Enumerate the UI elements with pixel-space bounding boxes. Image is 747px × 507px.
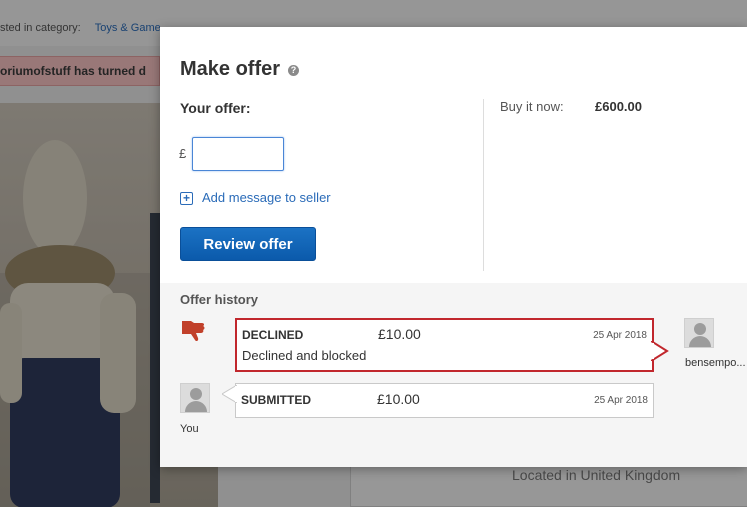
buy-it-now-label: Buy it now: xyxy=(500,99,564,114)
entry-date: 25 Apr 2018 xyxy=(594,395,648,406)
column-divider xyxy=(483,99,484,271)
dialog-title: Make offer xyxy=(180,58,281,80)
buy-it-now-price: £600.00 xyxy=(595,99,642,114)
review-offer-button[interactable]: Review offer xyxy=(180,227,316,261)
currency-symbol: £ xyxy=(179,146,187,161)
entry-note: Declined and blocked xyxy=(242,348,367,363)
buyer-avatar xyxy=(180,383,210,413)
entry-status: SUBMITTED xyxy=(241,393,311,407)
history-entry-submitted: SUBMITTED £10.00 25 Apr 2018 xyxy=(235,383,654,418)
plus-icon: + xyxy=(180,192,193,205)
offer-history-panel xyxy=(160,283,747,467)
entry-amount: £10.00 xyxy=(378,326,421,342)
seller-avatar xyxy=(684,318,714,348)
speech-tail-left xyxy=(222,385,237,403)
add-message-label: Add message to seller xyxy=(202,190,331,205)
speech-tail-right xyxy=(651,341,669,361)
offer-history-title: Offer history xyxy=(180,292,259,307)
thumbs-down-icon xyxy=(182,321,205,342)
make-offer-dialog: Make offer ? Your offer: £ + Add message… xyxy=(160,27,747,467)
offer-amount-input[interactable] xyxy=(192,137,284,171)
seller-name[interactable]: bensempo... xyxy=(685,357,746,369)
help-icon[interactable]: ? xyxy=(288,65,299,76)
buyer-label: You xyxy=(180,423,199,435)
entry-amount: £10.00 xyxy=(377,391,420,407)
entry-status: DECLINED xyxy=(242,328,304,342)
history-entry-declined: DECLINED £10.00 25 Apr 2018 Declined and… xyxy=(235,318,654,372)
entry-date: 25 Apr 2018 xyxy=(593,330,647,341)
your-offer-label: Your offer: xyxy=(180,100,251,116)
